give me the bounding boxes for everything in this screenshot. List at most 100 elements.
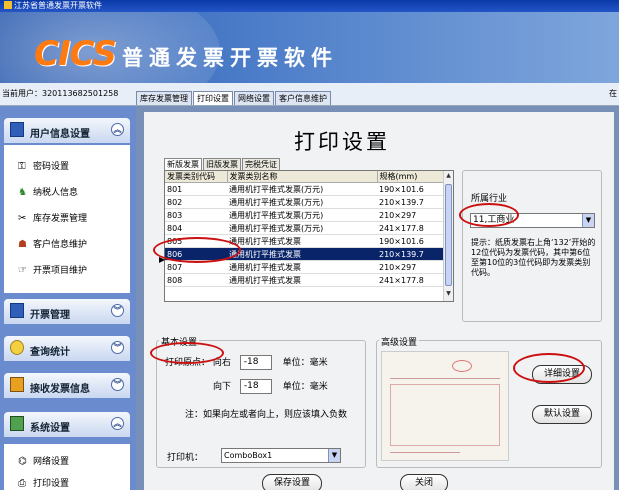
- table-row[interactable]: 807 通用机打平推式发票 210×297: [165, 260, 445, 274]
- chevron-down-icon[interactable]: ︾: [111, 378, 124, 391]
- chevron-up-icon[interactable]: ︽: [111, 123, 124, 136]
- tools-icon: ✂: [18, 213, 27, 224]
- default-settings-button[interactable]: 默认设置: [532, 405, 592, 424]
- sidebar-section-invoicing[interactable]: 开票管理 ︾: [4, 299, 130, 324]
- cell-spec: 241×177.8: [377, 221, 445, 235]
- right-label: 向右: [212, 358, 231, 368]
- section-label: 用户信息设置: [30, 129, 90, 140]
- sidebar-section-receive[interactable]: 接收发票信息 ︾: [4, 373, 130, 398]
- sidebar-item-label: 客户信息维护: [33, 240, 88, 250]
- advanced-settings-legend: 高级设置: [379, 335, 420, 348]
- sidebar-item-label: 网络设置: [33, 457, 70, 467]
- scroll-down-icon[interactable]: ▼: [445, 290, 452, 300]
- key-icon: ⚿: [18, 161, 26, 172]
- tab-customer-info[interactable]: 客户信息维护: [275, 91, 331, 105]
- origin-label: 打印原点：: [165, 358, 211, 368]
- chevron-down-icon[interactable]: ︾: [111, 341, 124, 354]
- cell-spec: 210×297: [377, 208, 445, 222]
- cell-code: 804: [165, 221, 227, 235]
- table-row[interactable]: 804 通用机打平推式发票(万元) 241×177.8: [165, 221, 445, 235]
- unit-label: 单位：毫米: [282, 358, 328, 368]
- printer-select[interactable]: ComboBox1 ▼: [221, 448, 341, 463]
- section-label: 开票管理: [30, 310, 70, 321]
- customer-icon: ☗: [18, 239, 27, 250]
- col-name[interactable]: 发票类别名称: [227, 171, 378, 183]
- table-row[interactable]: 801 通用机打平推式发票(万元) 190×101.6: [165, 182, 445, 196]
- cell-code: 806: [165, 247, 227, 261]
- table-scrollbar[interactable]: ▲ ▼: [443, 171, 453, 301]
- sidebar-item-customer[interactable]: ☗ 客户信息维护: [18, 237, 87, 250]
- dropdown-arrow-icon[interactable]: ▼: [582, 214, 594, 227]
- table-row[interactable]: 805 通用机打平推式发票 190×101.6: [165, 234, 445, 248]
- cell-name: 通用机打平推式发票: [227, 247, 377, 261]
- table-row[interactable]: 802 通用机打平推式发票(万元) 210×139.7: [165, 195, 445, 209]
- cell-code: 805: [165, 234, 227, 248]
- tab-print-settings[interactable]: 打印设置: [193, 91, 233, 105]
- cell-spec: 190×101.6: [377, 182, 445, 196]
- table-row[interactable]: 806 通用机打平推式发票 210×139.7: [165, 247, 445, 261]
- user-settings-icon: [10, 122, 24, 137]
- cell-name: 通用机打平推式发票: [227, 260, 377, 274]
- sidebar-item-label: 密码设置: [33, 162, 70, 172]
- tab-new-invoice[interactable]: 新版发票: [164, 158, 202, 170]
- sidebar-item-label: 开票项目维护: [33, 266, 88, 276]
- offset-note: 注：如果向左或者向上，则应该填入负数: [185, 410, 348, 420]
- offset-down-input[interactable]: -18: [239, 379, 272, 394]
- sidebar-section-query[interactable]: 查询统计 ︾: [4, 336, 130, 361]
- sidebar-section-system[interactable]: 系统设置 ︽: [4, 412, 130, 437]
- sidebar-item-label: 打印设置: [33, 479, 70, 489]
- cell-code: 801: [165, 182, 227, 196]
- close-button[interactable]: 关闭: [400, 474, 448, 490]
- preview-table: [390, 384, 500, 446]
- industry-select[interactable]: 11,工商业 ▼: [470, 213, 595, 228]
- cell-code: 807: [165, 260, 227, 274]
- cell-name: 通用机打平推式发票(万元): [227, 195, 377, 209]
- basic-settings-legend: 基本设置: [159, 335, 200, 348]
- col-code[interactable]: 发票类别代码: [165, 171, 228, 183]
- current-user: 当前用户：320113682501258: [2, 89, 119, 98]
- table-row[interactable]: 808 通用机打平推式发票 241×177.8: [165, 273, 445, 287]
- unit-label: 单位：毫米: [282, 382, 328, 392]
- sidebar-item-invoice-items[interactable]: ☞ 开票项目维护: [18, 263, 87, 276]
- network-icon: ⌬: [18, 456, 27, 467]
- scroll-thumb[interactable]: [445, 184, 452, 286]
- cell-code: 808: [165, 273, 227, 287]
- cell-code: 802: [165, 195, 227, 209]
- sidebar-item-password[interactable]: ⚿ 密码设置: [18, 159, 69, 172]
- offset-right-input[interactable]: -18: [239, 355, 272, 370]
- cell-name: 通用机打平推式发票: [227, 273, 377, 287]
- page-title: 打印设置: [294, 130, 390, 154]
- sidebar-panel-user: ⚿ 密码设置 ♞ 纳税人信息 ✂ 库存发票管理 ☗ 客户信息维护 ☞ 开票项目维护: [4, 145, 130, 293]
- chevron-down-icon[interactable]: ︾: [111, 304, 124, 317]
- col-spec[interactable]: 规格(mm): [377, 171, 445, 183]
- save-settings-button[interactable]: 保存设置: [262, 474, 322, 490]
- dropdown-arrow-icon[interactable]: ▼: [328, 449, 340, 462]
- banner: CICS 普通发票开票软件: [0, 12, 619, 83]
- advanced-settings-group: 高级设置 详细设置 默认设置: [376, 335, 602, 468]
- sidebar-item-stock[interactable]: ✂ 库存发票管理: [18, 211, 87, 224]
- cell-name: 通用机打平推式发票: [227, 234, 377, 248]
- sidebar-section-user-settings[interactable]: 用户信息设置 ︽: [4, 118, 130, 143]
- sidebar-item-print[interactable]: ⎙ 打印设置: [18, 476, 69, 489]
- main-area: 打印设置 新版发票 旧版发票 完税凭证 发票类别代码 发票类别名称 规格(mm)…: [136, 106, 619, 490]
- cell-code: 803: [165, 208, 227, 222]
- tab-old-invoice[interactable]: 旧版发票: [203, 158, 241, 170]
- preview-line: [390, 378, 500, 379]
- printer-label: 打印机：: [167, 453, 204, 463]
- tab-stock-invoice[interactable]: 库存发票管理: [136, 91, 192, 105]
- chevron-up-icon[interactable]: ︽: [111, 417, 124, 430]
- sidebar-panel-system: ⌬ 网络设置 ⎙ 打印设置: [4, 444, 130, 490]
- sidebar-item-taxpayer[interactable]: ♞ 纳税人信息: [18, 185, 78, 198]
- detail-settings-button[interactable]: 详细设置: [532, 365, 592, 384]
- industry-hint: 提示：纸质发票右上角‘132’开始的12位代码为发票代码，其中第6位至第10位的…: [471, 238, 596, 277]
- scroll-up-icon[interactable]: ▲: [445, 172, 452, 182]
- table-row[interactable]: 803 通用机打平推式发票(万元) 210×297: [165, 208, 445, 222]
- printer-icon: ⎙: [18, 478, 26, 489]
- origin-row: 打印原点： 向右 -18 单位：毫米: [165, 355, 328, 370]
- sidebar-item-network[interactable]: ⌬ 网络设置: [18, 454, 69, 467]
- tab-tax-receipt[interactable]: 完税凭证: [242, 158, 280, 170]
- down-row: 向下 -18 单位：毫米: [213, 379, 328, 394]
- cell-spec: 241×177.8: [377, 273, 445, 287]
- invoice-subtabs: 新版发票 旧版发票 完税凭证: [164, 158, 281, 170]
- tab-network-settings[interactable]: 网络设置: [234, 91, 274, 105]
